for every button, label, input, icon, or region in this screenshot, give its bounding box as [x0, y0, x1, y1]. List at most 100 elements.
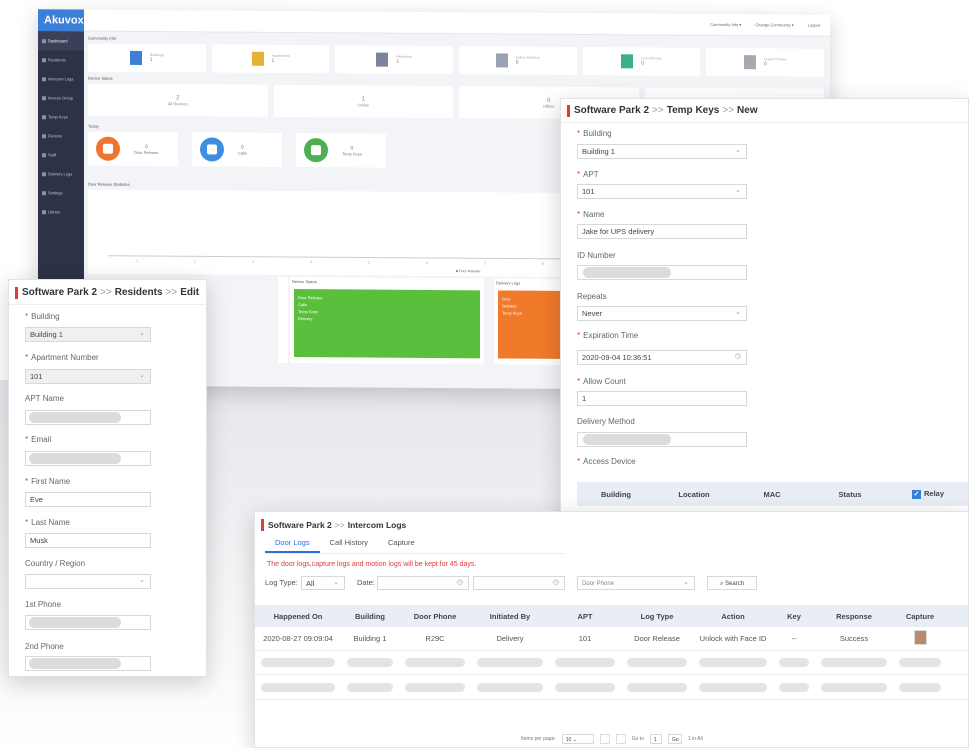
blurred-cell	[405, 683, 465, 692]
allow-count-label: * Allow Count	[577, 377, 626, 386]
relay-checkbox-icon[interactable]: ✓	[911, 490, 921, 499]
res-lastname-label: * Last Name	[25, 518, 70, 527]
log-tabs: Door Logs Call History Capture	[265, 534, 565, 554]
x-tick-label: 7	[484, 261, 486, 265]
res-email-label: * Email	[25, 435, 52, 444]
card-value: 1	[149, 57, 153, 64]
capture-thumbnail[interactable]	[893, 630, 947, 647]
log-type-select[interactable]: All ⌄	[301, 576, 345, 590]
repeats-select[interactable]: Never ⌄	[577, 306, 747, 321]
sidebar-item[interactable]: Intercom Logs	[38, 69, 84, 88]
nav-icon	[42, 190, 46, 195]
crumb[interactable]: Software Park 2	[574, 105, 649, 116]
sidebar-item-label: Temp Keys	[48, 114, 68, 120]
sidebar-item[interactable]: Devices	[38, 126, 84, 145]
col-header: Response	[836, 611, 872, 621]
sidebar-item[interactable]: Residents	[38, 50, 84, 69]
res-apt-select[interactable]: 101 ⌄	[25, 369, 151, 384]
header-logout[interactable]: Logout	[808, 23, 820, 28]
community-card[interactable]: Indoor Monitors 0	[459, 46, 577, 75]
sidebar-item[interactable]: Delivery Logs	[38, 164, 84, 183]
today-card[interactable]: 0 Door Release	[88, 131, 178, 167]
sidebar-item[interactable]: Library	[38, 202, 84, 221]
sidebar-item[interactable]: Settings	[38, 183, 84, 202]
pagination: Items per page: 10 ⌄ Go to 1 Go 1 in All	[521, 734, 703, 744]
panel-device-status: Device Status Door Release Calls Temp Ke…	[290, 276, 484, 365]
crumb[interactable]: Software Park 2	[22, 287, 97, 298]
crumb[interactable]: Temp Keys	[667, 105, 720, 116]
blurred-cell	[779, 683, 809, 692]
tab-door-logs[interactable]: Door Logs	[265, 534, 320, 553]
log-cell: 2020-08-27 09:09:04	[263, 634, 333, 643]
community-card[interactable]: Door Phones 0	[582, 47, 701, 76]
repeats-label: Repeats	[577, 292, 607, 301]
res-lastname-input[interactable]: Musk	[25, 533, 151, 548]
device-card[interactable]: 2 All Devices	[88, 83, 268, 117]
blurred-cell	[477, 683, 543, 692]
community-card[interactable]: Residents 1	[335, 45, 454, 75]
sidebar-item[interactable]: Access Group	[38, 88, 84, 107]
x-tick-label: 2	[194, 259, 196, 263]
header-change-community[interactable]: Change Community ▾	[755, 22, 793, 27]
chart-title: Door Release Statistics	[88, 181, 130, 187]
nav-icon	[42, 57, 46, 62]
per-page-select[interactable]: 10 ⌄	[561, 734, 594, 744]
search-button[interactable]: ⌕ Search	[707, 576, 757, 590]
today-icon	[96, 136, 120, 161]
card-label: Calls	[238, 150, 247, 156]
access-device-label: * Access Device	[577, 457, 636, 466]
sidebar-item[interactable]: Dashboard	[38, 31, 84, 51]
today-card[interactable]: 0 Calls	[192, 132, 282, 167]
today-card[interactable]: 0 Temp Keys	[296, 133, 386, 168]
tab-capture[interactable]: Capture	[378, 534, 425, 553]
device-card[interactable]: 1 Online	[273, 84, 453, 119]
goto-label: Go to	[631, 736, 644, 742]
nav-icon	[42, 209, 46, 214]
date-end-input[interactable]: ◷	[473, 576, 565, 590]
blurred-cell	[555, 683, 615, 692]
crumb[interactable]: Software Park 2	[268, 520, 332, 530]
panel-access-stats	[278, 276, 288, 363]
table-row[interactable]: 2020-08-27 09:09:04 Building 1 R29C Deliver…	[255, 627, 968, 651]
col-relay[interactable]: ✓ Relay	[889, 489, 967, 499]
community-card[interactable]: Buildings 1	[88, 43, 206, 73]
res-phone1-label: 1st Phone	[25, 600, 62, 609]
retention-notice: The door logs,capture logs and motion lo…	[267, 561, 477, 568]
expiration-input[interactable]: 2020-09-04 10:36:51 ◷	[577, 350, 747, 365]
clock-icon: ◷	[552, 579, 559, 586]
header-community-info[interactable]: Community Info ▾	[710, 22, 741, 27]
tab-call-history[interactable]: Call History	[320, 534, 378, 553]
allow-count-input[interactable]: 1	[577, 391, 747, 406]
card-label: Offline	[543, 103, 555, 109]
nav-icon	[42, 133, 46, 138]
section-today: Today	[88, 123, 99, 129]
name-input[interactable]: Jake for UPS delivery	[577, 224, 747, 239]
card-value: 1	[396, 58, 400, 65]
goto-input[interactable]: 1	[649, 734, 662, 744]
x-tick-label: 3	[252, 260, 254, 264]
next-page-button[interactable]	[615, 734, 626, 744]
sidebar-item[interactable]: Temp Keys	[38, 107, 84, 126]
card-value: 0	[515, 59, 519, 66]
door-phone-select[interactable]: Door Phone ⌄	[577, 576, 695, 590]
prev-page-button[interactable]	[599, 734, 610, 744]
blurred-cell	[699, 683, 767, 692]
sidebar-item-label: Intercom Logs	[48, 76, 74, 82]
date-start-input[interactable]: ◷	[377, 576, 469, 590]
building-select[interactable]: Building 1 ⌄	[577, 144, 747, 159]
sidebar-item[interactable]: Staff	[38, 145, 84, 164]
community-card[interactable]: Apartments 1	[211, 44, 330, 74]
apt-select[interactable]: 101 ⌄	[577, 184, 747, 199]
crumb[interactable]: Residents	[115, 287, 163, 298]
delivery-method-label: Delivery Method	[577, 417, 635, 426]
card-label: Door Release	[134, 149, 159, 155]
green-item: Calls	[298, 302, 307, 308]
community-card[interactable]: Guard Phones 0	[706, 47, 825, 77]
green-item: Door Release	[298, 295, 323, 301]
clock-icon: ◷	[456, 579, 463, 586]
res-country-select[interactable]: ⌄	[25, 574, 151, 589]
goto-button[interactable]: Go	[667, 734, 682, 744]
res-building-select[interactable]: Building 1 ⌄	[25, 327, 151, 342]
res-firstname-input[interactable]: Eve	[25, 492, 151, 507]
card-label: Indoor Monitors	[515, 55, 541, 60]
